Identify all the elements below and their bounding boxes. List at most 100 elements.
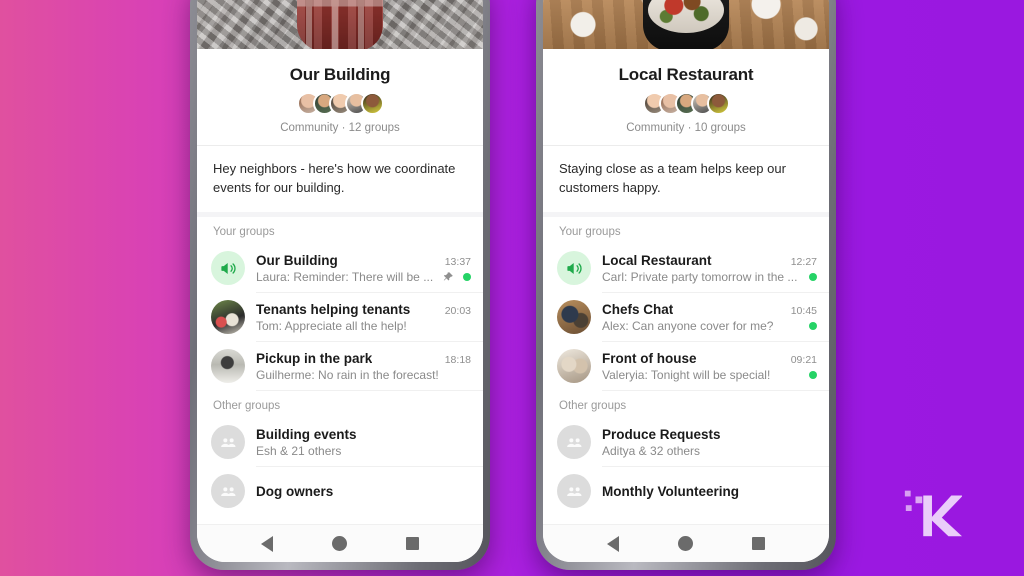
list-item-subtitle: Carl: Private party tomorrow in the ... <box>602 269 798 284</box>
member-avatar <box>706 92 730 115</box>
list-item-bottom: Guilherme: No rain in the forecast! <box>256 368 471 382</box>
list-item-subtitle: Tom: Appreciate all the help! <box>256 318 407 333</box>
list-item[interactable]: Pickup in the park 18:18 Guilherme: No r… <box>197 342 483 390</box>
list-item-flags <box>809 272 817 281</box>
group-photo-avatar <box>557 300 591 334</box>
megaphone-icon <box>211 251 245 285</box>
list-item-top: Building events <box>256 427 471 442</box>
list-item-time: 18:18 <box>444 353 471 366</box>
list-item-top: Monthly Volunteering <box>602 484 817 499</box>
back-button-icon[interactable] <box>606 535 619 552</box>
list-item-title: Our Building <box>256 252 338 268</box>
section-label-your-groups: Your groups <box>213 226 275 238</box>
group-placeholder-icon <box>557 474 591 508</box>
home-button-icon[interactable] <box>331 536 347 551</box>
community-description: Hey neighbors - here's how we coordinate… <box>197 146 483 212</box>
community-title: Our Building <box>289 65 391 84</box>
list-item-title: Tenants helping tenants <box>256 301 411 317</box>
list-item-body: Local Restaurant 12:27 Carl: Private par… <box>602 253 817 284</box>
list-item-time: 10:45 <box>790 304 817 317</box>
community-title: Local Restaurant <box>618 65 754 84</box>
unread-dot <box>809 321 817 330</box>
list-item-subtitle: Aditya & 32 others <box>602 443 701 458</box>
group-list-left[interactable]: Your groups Our Building 13:37 Laura: Re… <box>197 217 483 524</box>
unread-dot <box>463 272 471 281</box>
member-avatar <box>360 92 384 115</box>
community-meta: Community · 12 groups <box>280 122 400 134</box>
member-avatars[interactable] <box>207 92 473 115</box>
list-item-top: Front of house 09:21 <box>602 351 817 366</box>
list-item-body: Our Building 13:37 Laura: Reminder: Ther… <box>256 253 471 284</box>
group-photo-avatar <box>211 349 245 383</box>
list-item-bottom: Aditya & 32 others <box>602 444 817 458</box>
recents-button-icon[interactable] <box>752 537 766 550</box>
list-item-subtitle: Esh & 21 others <box>256 443 342 458</box>
community-description: Staying close as a team helps keep our c… <box>543 146 829 212</box>
phone-screen-right: Local Restaurant Community · 10 groups S… <box>543 0 829 562</box>
android-navbar-right[interactable] <box>543 524 829 562</box>
group-list-right[interactable]: Your groups Local Restaurant 12:27 Carl:… <box>543 217 829 524</box>
community-header: Our Building Community · 12 groups <box>197 49 483 145</box>
list-item-top: Pickup in the park 18:18 <box>256 351 471 366</box>
list-item-title: Produce Requests <box>602 426 721 442</box>
android-navbar-left[interactable] <box>197 524 483 562</box>
home-button-icon[interactable] <box>677 536 693 551</box>
community-header: Local Restaurant Community · 10 groups <box>543 49 829 145</box>
list-item-flags <box>442 271 471 283</box>
list-item-top: Our Building 13:37 <box>256 253 471 268</box>
list-item-body: Monthly Volunteering <box>602 484 817 499</box>
list-item-bottom: Tom: Appreciate all the help! <box>256 319 471 333</box>
group-placeholder-icon <box>211 474 245 508</box>
member-avatars[interactable] <box>553 92 819 115</box>
community-cover-photo <box>543 0 829 49</box>
community-avatar-food <box>643 0 729 49</box>
list-item-title: Building events <box>256 426 357 442</box>
list-item-top: Chefs Chat 10:45 <box>602 302 817 317</box>
list-item[interactable]: Monthly Volunteering <box>543 467 829 515</box>
list-item-title: Front of house <box>602 350 697 366</box>
list-item-bottom: Valeryia: Tonight will be special! <box>602 368 817 382</box>
list-item-title: Chefs Chat <box>602 301 674 317</box>
community-meta: Community · 10 groups <box>626 122 746 134</box>
list-item-flags <box>809 321 817 330</box>
list-item-title: Dog owners <box>256 483 334 499</box>
list-item-title: Monthly Volunteering <box>602 483 739 499</box>
section-label-other-groups: Other groups <box>213 400 281 412</box>
list-item-time: 13:37 <box>444 255 471 268</box>
list-item-time: 09:21 <box>790 353 817 366</box>
list-item-subtitle: Valeryia: Tonight will be special! <box>602 367 771 382</box>
list-item-body: Produce Requests Aditya & 32 others <box>602 427 817 458</box>
phone-device-right: Local Restaurant Community · 10 groups S… <box>536 0 836 570</box>
list-item-bottom: Esh & 21 others <box>256 444 471 458</box>
list-item-time: 20:03 <box>444 304 471 317</box>
megaphone-icon <box>557 251 591 285</box>
list-item[interactable]: Produce Requests Aditya & 32 others <box>543 418 829 466</box>
list-item[interactable]: Dog owners <box>197 467 483 515</box>
list-item[interactable]: Chefs Chat 10:45 Alex: Can anyone cover … <box>543 293 829 341</box>
community-cover-photo <box>197 0 483 49</box>
list-item-subtitle: Laura: Reminder: There will be ... <box>256 269 434 284</box>
list-item-bottom: Laura: Reminder: There will be ... <box>256 270 471 284</box>
list-item-time: 12:27 <box>790 255 817 268</box>
list-item-top: Dog owners <box>256 484 471 499</box>
list-item[interactable]: Tenants helping tenants 20:03 Tom: Appre… <box>197 293 483 341</box>
list-item-flags <box>809 370 817 379</box>
back-button-icon[interactable] <box>260 535 273 552</box>
list-item-top: Local Restaurant 12:27 <box>602 253 817 268</box>
list-item[interactable]: Front of house 09:21 Valeryia: Tonight w… <box>543 342 829 390</box>
list-item-body: Pickup in the park 18:18 Guilherme: No r… <box>256 351 471 382</box>
screenshot-stage: Our Building Community · 12 groups Hey n… <box>0 0 1024 576</box>
list-item[interactable]: Building events Esh & 21 others <box>197 418 483 466</box>
list-item-body: Chefs Chat 10:45 Alex: Can anyone cover … <box>602 302 817 333</box>
phone-screen-left: Our Building Community · 12 groups Hey n… <box>197 0 483 562</box>
phone-device-left: Our Building Community · 12 groups Hey n… <box>190 0 490 570</box>
list-item-title: Pickup in the park <box>256 350 373 366</box>
list-item-body: Front of house 09:21 Valeryia: Tonight w… <box>602 351 817 382</box>
list-item-bottom: Alex: Can anyone cover for me? <box>602 319 817 333</box>
recents-button-icon[interactable] <box>406 537 420 550</box>
list-item[interactable]: Local Restaurant 12:27 Carl: Private par… <box>543 244 829 292</box>
unread-dot <box>809 370 817 379</box>
group-photo-avatar <box>557 349 591 383</box>
list-item-subtitle: Guilherme: No rain in the forecast! <box>256 367 439 382</box>
list-item[interactable]: Our Building 13:37 Laura: Reminder: Ther… <box>197 244 483 292</box>
